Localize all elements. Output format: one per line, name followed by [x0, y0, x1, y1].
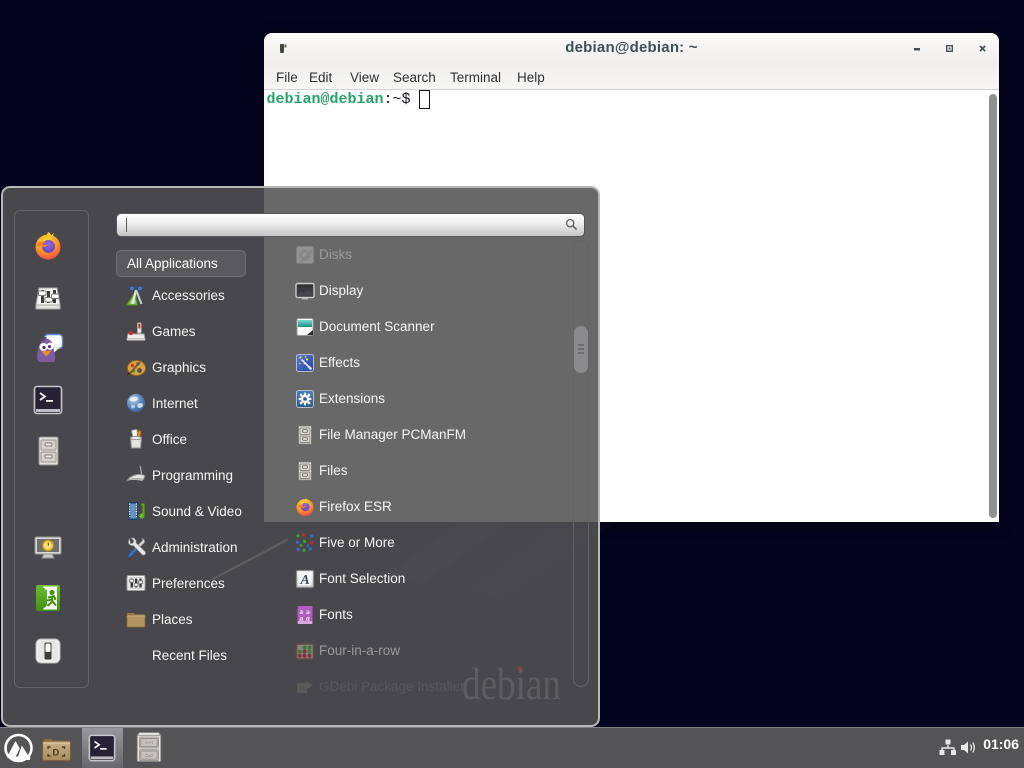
svg-text:A: A — [299, 573, 309, 588]
svg-text:a: a — [300, 614, 304, 623]
svg-text:D: D — [53, 748, 60, 759]
svg-text:debian: debian — [462, 659, 561, 708]
svg-text:a: a — [306, 614, 310, 623]
